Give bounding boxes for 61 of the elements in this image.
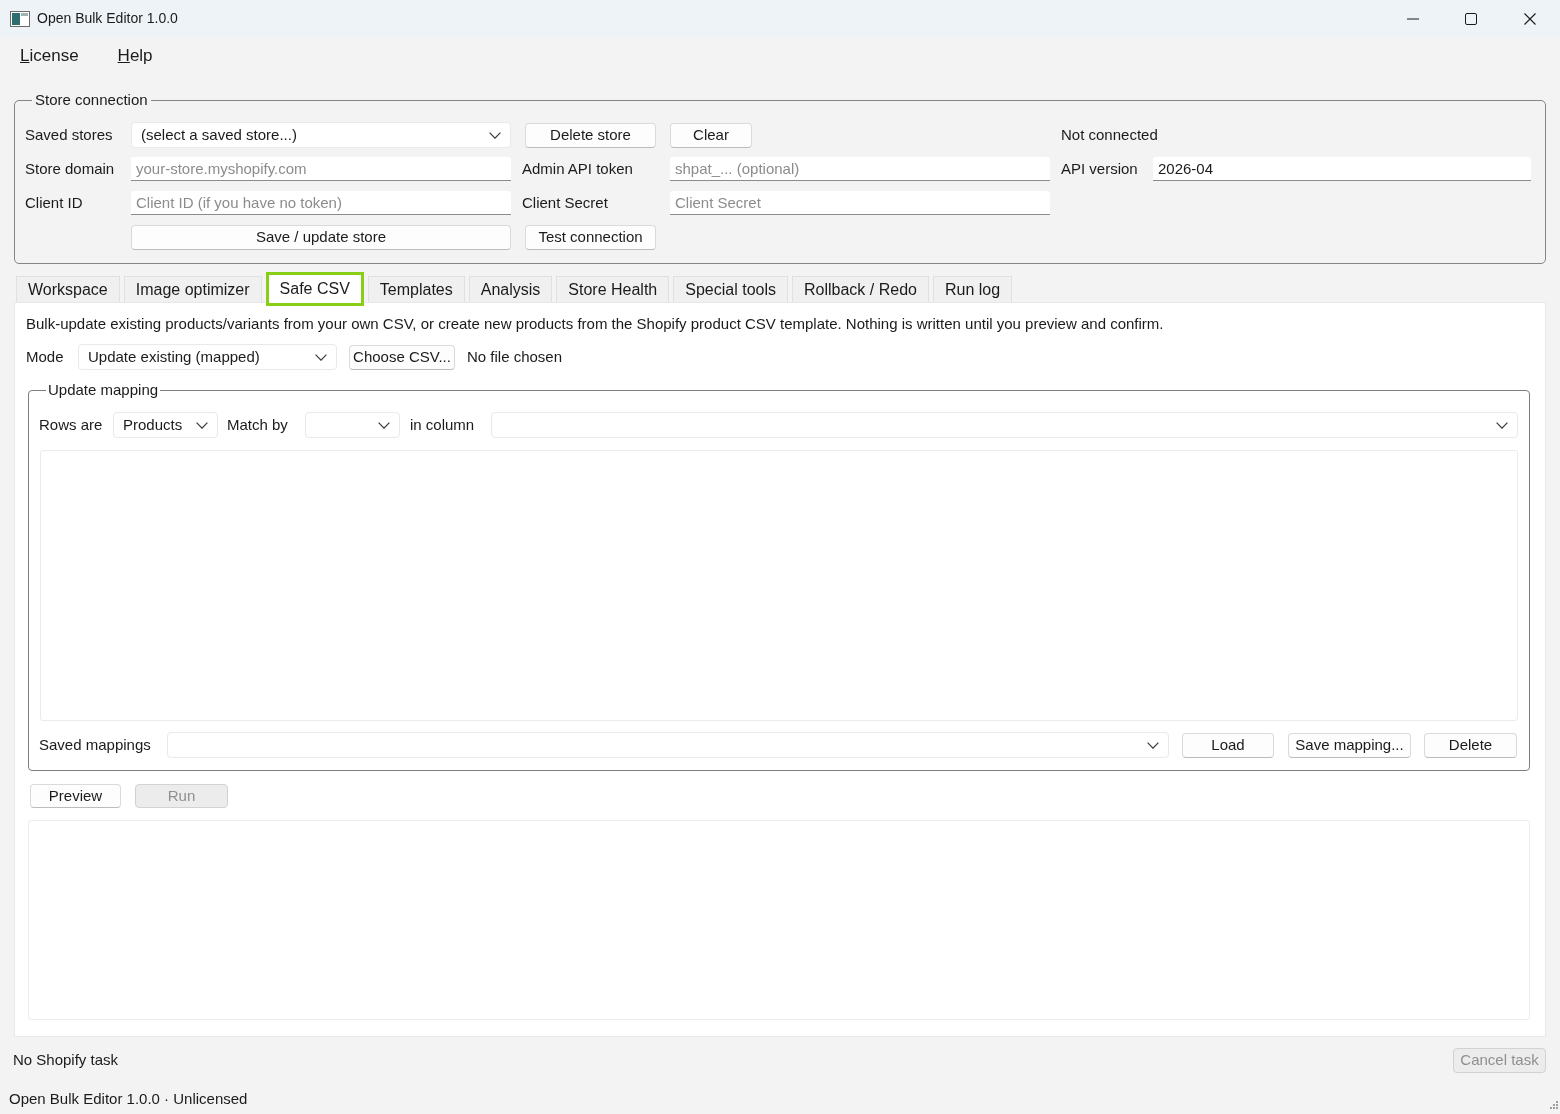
mapping-button[interactable]: Load bbox=[1182, 732, 1274, 758]
field-label: Client ID bbox=[25, 194, 84, 212]
menu-item[interactable]: License bbox=[12, 44, 87, 67]
resize-grip-icon[interactable] bbox=[1549, 1099, 1558, 1109]
chevron-down-icon bbox=[489, 131, 501, 139]
chevron-down-icon bbox=[196, 421, 208, 429]
delete-store-button[interactable]: Delete store bbox=[525, 122, 656, 148]
tab[interactable]: Store Health bbox=[556, 276, 670, 302]
task-status: No Shopify task bbox=[13, 1050, 119, 1071]
status-bar-text: Open Bulk Editor 1.0.0 · Unlicensed bbox=[9, 1088, 248, 1109]
client-secret-input[interactable]: Client Secret bbox=[670, 191, 1050, 215]
api-token-input[interactable]: shpat_... (optional) bbox=[670, 157, 1050, 181]
chevron-down-icon bbox=[378, 421, 390, 429]
chevron-down-icon bbox=[1496, 421, 1508, 429]
maximize-icon[interactable] bbox=[1465, 12, 1477, 25]
field-label: API version bbox=[1061, 160, 1139, 178]
tab[interactable]: Templates bbox=[367, 276, 465, 302]
saved-mappings-dropdown[interactable] bbox=[167, 732, 1169, 758]
close-icon[interactable] bbox=[1524, 12, 1536, 25]
rows-are-dropdown[interactable]: Products bbox=[113, 412, 218, 438]
menu-item[interactable]: Help bbox=[109, 44, 161, 67]
client-id-input[interactable]: Client ID (if you have no token) bbox=[131, 191, 511, 215]
mode-dropdown[interactable]: Update existing (mapped) bbox=[78, 344, 337, 370]
tab[interactable]: Run log bbox=[932, 276, 1013, 302]
field-label: Mode bbox=[26, 348, 65, 366]
preview-button[interactable]: Preview bbox=[30, 784, 121, 808]
field-label: Saved stores bbox=[25, 126, 114, 144]
field-label: Saved mappings bbox=[39, 736, 152, 754]
tab[interactable]: Special tools bbox=[673, 276, 788, 302]
app-icon bbox=[10, 10, 30, 27]
field-label: Store domain bbox=[25, 160, 116, 178]
match-by-dropdown[interactable] bbox=[305, 412, 400, 438]
tab[interactable]: Image optimizer bbox=[123, 276, 262, 302]
file-status: No file chosen bbox=[467, 346, 563, 367]
window-title: Open Bulk Editor 1.0.0 bbox=[37, 9, 178, 28]
choose-csv-button[interactable]: Choose CSV... bbox=[349, 344, 455, 370]
tab[interactable]: Rollback / Redo bbox=[792, 276, 929, 302]
group-title: Store connection bbox=[34, 91, 149, 109]
save-store-button[interactable]: Save / update store bbox=[131, 224, 511, 250]
clear-button[interactable]: Clear bbox=[670, 122, 752, 148]
mapping-button[interactable]: Save mapping... bbox=[1288, 732, 1411, 758]
tab[interactable]: Analysis bbox=[468, 276, 553, 302]
minimize-icon[interactable] bbox=[1407, 17, 1419, 20]
field-label: Match by bbox=[227, 416, 289, 434]
tab[interactable]: Workspace bbox=[16, 276, 120, 302]
field-label: Admin API token bbox=[522, 160, 634, 178]
store-domain-input[interactable]: your-store.myshopify.com bbox=[131, 157, 511, 181]
field-label: Rows are bbox=[39, 416, 104, 434]
field-label: Client Secret bbox=[522, 194, 609, 212]
group-title: Update mapping bbox=[47, 381, 160, 399]
tab[interactable]: Safe CSV bbox=[265, 272, 364, 306]
chevron-down-icon bbox=[1147, 741, 1159, 749]
column-dropdown[interactable] bbox=[491, 412, 1518, 438]
connection-status: Not connected bbox=[1061, 124, 1159, 145]
api-version-input[interactable]: 2026-04 bbox=[1153, 157, 1531, 181]
field-label: in column bbox=[410, 416, 476, 434]
chevron-down-icon bbox=[315, 353, 327, 361]
test-connection-button[interactable]: Test connection bbox=[525, 224, 656, 250]
saved-stores-dropdown[interactable]: (select a saved store...) bbox=[131, 122, 511, 148]
mapping-button[interactable]: Delete bbox=[1424, 732, 1517, 758]
description-text: Bulk-update existing products/variants from your own CSV, or create new products from the Shopify product CSV template. Nothing is written until you preview and confirm. bbox=[26, 315, 1164, 333]
